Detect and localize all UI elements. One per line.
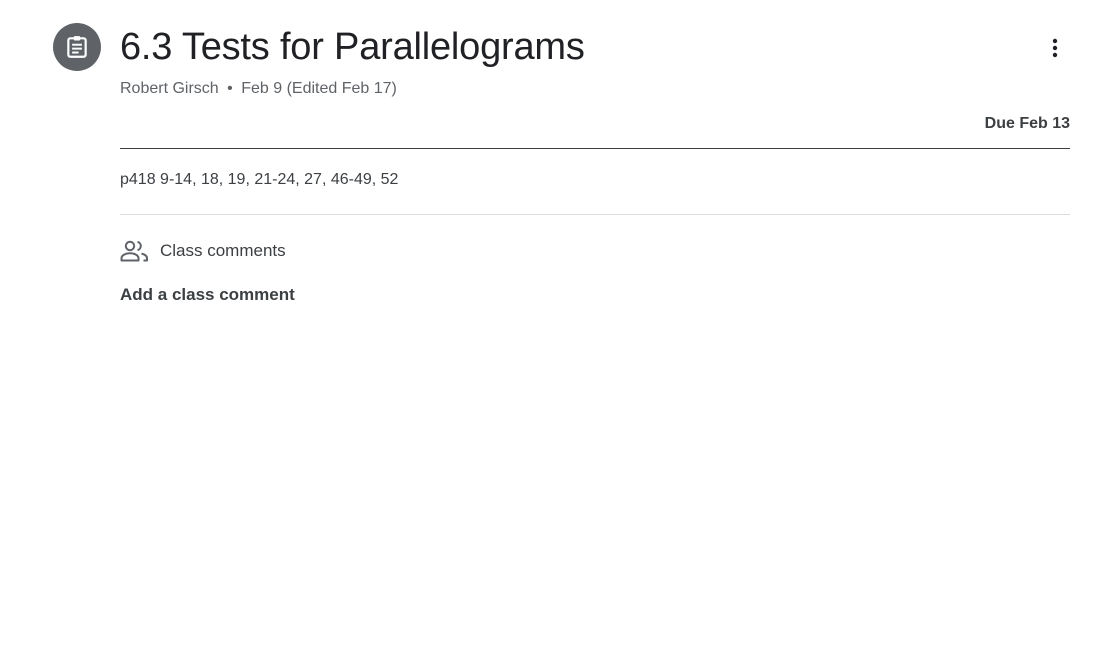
content-divider — [120, 214, 1070, 215]
author-name: Robert Girsch — [120, 80, 219, 97]
assignment-instructions: p418 9-14, 18, 19, 21-24, 27, 46-49, 52 — [120, 171, 399, 188]
add-class-comment-button[interactable]: Add a class comment — [120, 285, 295, 305]
assignment-page: 6.3 Tests for Parallelograms Robert Girs… — [0, 0, 1103, 651]
meta-separator: • — [227, 80, 233, 97]
more-options-button[interactable] — [1035, 28, 1075, 68]
posted-date: Feb 9 (Edited Feb 17) — [241, 80, 397, 97]
people-icon — [120, 240, 149, 262]
header-divider — [120, 148, 1070, 149]
assignment-meta: Robert Girsch • Feb 9 (Edited Feb 17) — [120, 79, 397, 99]
class-comments-header: Class comments — [120, 237, 286, 265]
due-date: Due Feb 13 — [984, 115, 1070, 132]
assignment-title: 6.3 Tests for Parallelograms — [120, 26, 585, 68]
more-vert-icon — [1052, 38, 1058, 58]
assignment-icon — [53, 23, 101, 71]
class-comments-label: Class comments — [160, 241, 286, 260]
